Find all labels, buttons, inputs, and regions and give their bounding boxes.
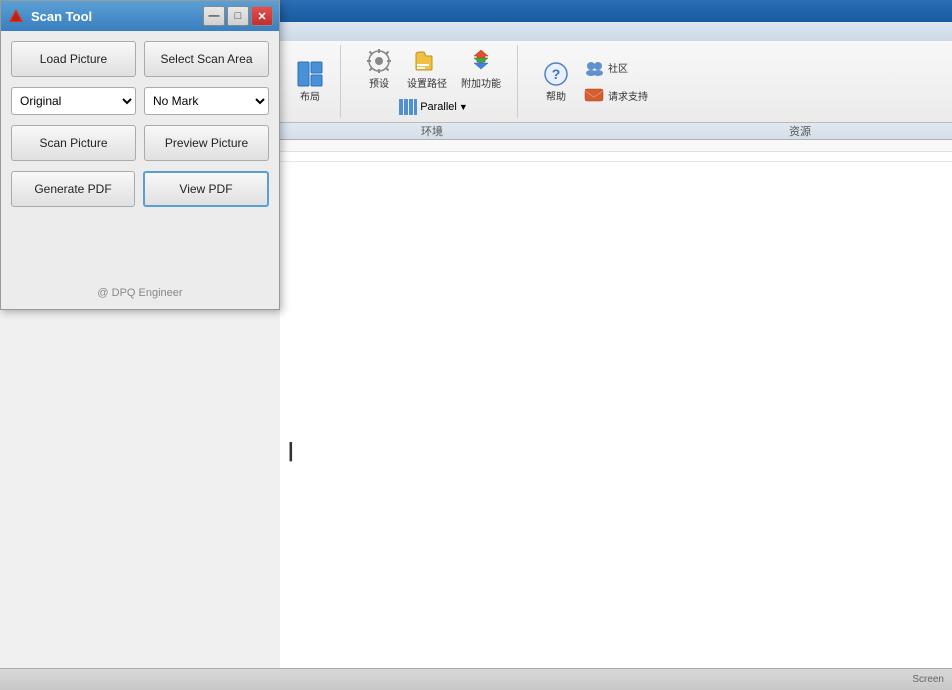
original-select[interactable]: Original Grayscale Black & White <box>11 87 136 115</box>
ribbon-bar: 布局 <box>280 0 952 140</box>
row-pdf: Generate PDF View PDF <box>11 171 269 207</box>
preset-icon <box>365 47 393 75</box>
parallel-icon <box>398 97 418 117</box>
view-pdf-button[interactable]: View PDF <box>143 171 269 207</box>
status-right-text: Screen <box>912 674 944 685</box>
main-content-area: | <box>280 140 952 690</box>
request-support-icon <box>584 86 604 106</box>
layout-btn[interactable]: 布局 <box>292 58 328 105</box>
window-titlebar[interactable]: Scan Tool — □ ✕ <box>1 1 279 31</box>
no-mark-select[interactable]: No Mark Mark All Custom <box>144 87 269 115</box>
parallel-row: Parallel ▼ <box>394 96 472 118</box>
close-button[interactable]: ✕ <box>251 6 273 26</box>
request-support-btn[interactable]: 请求支持 <box>580 84 652 108</box>
ribbon-top-bar <box>280 0 952 22</box>
parallel-dropdown-icon: ▼ <box>459 102 468 112</box>
preset-label: 预设 <box>369 75 389 90</box>
ribbon-section-help: ? 帮助 <box>534 45 664 118</box>
select-scan-area-button[interactable]: Select Scan Area <box>144 41 269 77</box>
window-title: Scan Tool <box>31 9 203 24</box>
generate-pdf-button[interactable]: Generate PDF <box>11 171 135 207</box>
content-top-strip <box>280 140 952 152</box>
text-cursor: | <box>288 440 294 463</box>
footer-text: @ DPQ Engineer <box>11 283 269 299</box>
row-load-scan: Load Picture Select Scan Area <box>11 41 269 77</box>
add-feature-btn[interactable]: 附加功能 <box>457 45 505 92</box>
scan-tool-window: Scan Tool — □ ✕ Load Picture Select Scan… <box>0 0 280 310</box>
add-feature-label: 附加功能 <box>461 75 501 90</box>
set-path-btn[interactable]: 设置路径 <box>403 45 451 92</box>
help-icon: ? <box>542 60 570 88</box>
preview-picture-button[interactable]: Preview Picture <box>144 125 269 161</box>
ribbon-bottom-labels: 环境 资源 <box>280 122 952 139</box>
resources-label: 资源 <box>656 123 944 139</box>
load-picture-button[interactable]: Load Picture <box>11 41 136 77</box>
preset-btn[interactable]: 预设 <box>361 45 397 92</box>
app-icon <box>7 7 25 25</box>
ribbon-tabs <box>280 22 952 41</box>
request-support-label: 请求支持 <box>608 88 648 103</box>
community-btn[interactable]: 社区 <box>580 56 652 80</box>
layout-label: 布局 <box>300 88 320 103</box>
parallel-label: Parallel <box>420 101 457 113</box>
parallel-btn[interactable]: Parallel ▼ <box>394 96 472 118</box>
help-buttons: ? 帮助 <box>538 56 652 108</box>
help-btn[interactable]: ? 帮助 <box>538 58 574 105</box>
scan-picture-button[interactable]: Scan Picture <box>11 125 136 161</box>
ribbon-section-layout: 布局 <box>288 45 341 118</box>
maximize-button[interactable]: □ <box>227 6 249 26</box>
row-selects: Original Grayscale Black & White No Mark… <box>11 87 269 115</box>
content-second-strip <box>280 152 952 162</box>
status-bar: Screen <box>0 668 952 690</box>
minimize-button[interactable]: — <box>203 6 225 26</box>
row-scan-preview: Scan Picture Preview Picture <box>11 125 269 161</box>
svg-text:?: ? <box>552 66 561 82</box>
settings-buttons: 预设 设置路径 <box>361 45 505 92</box>
window-controls: — □ ✕ <box>203 6 273 26</box>
community-label: 社区 <box>608 60 628 75</box>
set-path-label: 设置路径 <box>407 75 447 90</box>
ribbon-section-settings: 预设 设置路径 <box>357 45 518 118</box>
ribbon-content: 布局 <box>280 41 952 122</box>
community-icon <box>584 58 604 78</box>
community-support-group: 社区 请求支持 <box>580 56 652 108</box>
env-label: 环境 <box>288 123 576 139</box>
add-feature-icon <box>467 47 495 75</box>
help-label: 帮助 <box>546 88 566 103</box>
layout-buttons: 布局 <box>292 58 328 105</box>
set-path-icon <box>413 47 441 75</box>
layout-icon <box>296 60 324 88</box>
window-body: Load Picture Select Scan Area Original G… <box>1 31 279 309</box>
